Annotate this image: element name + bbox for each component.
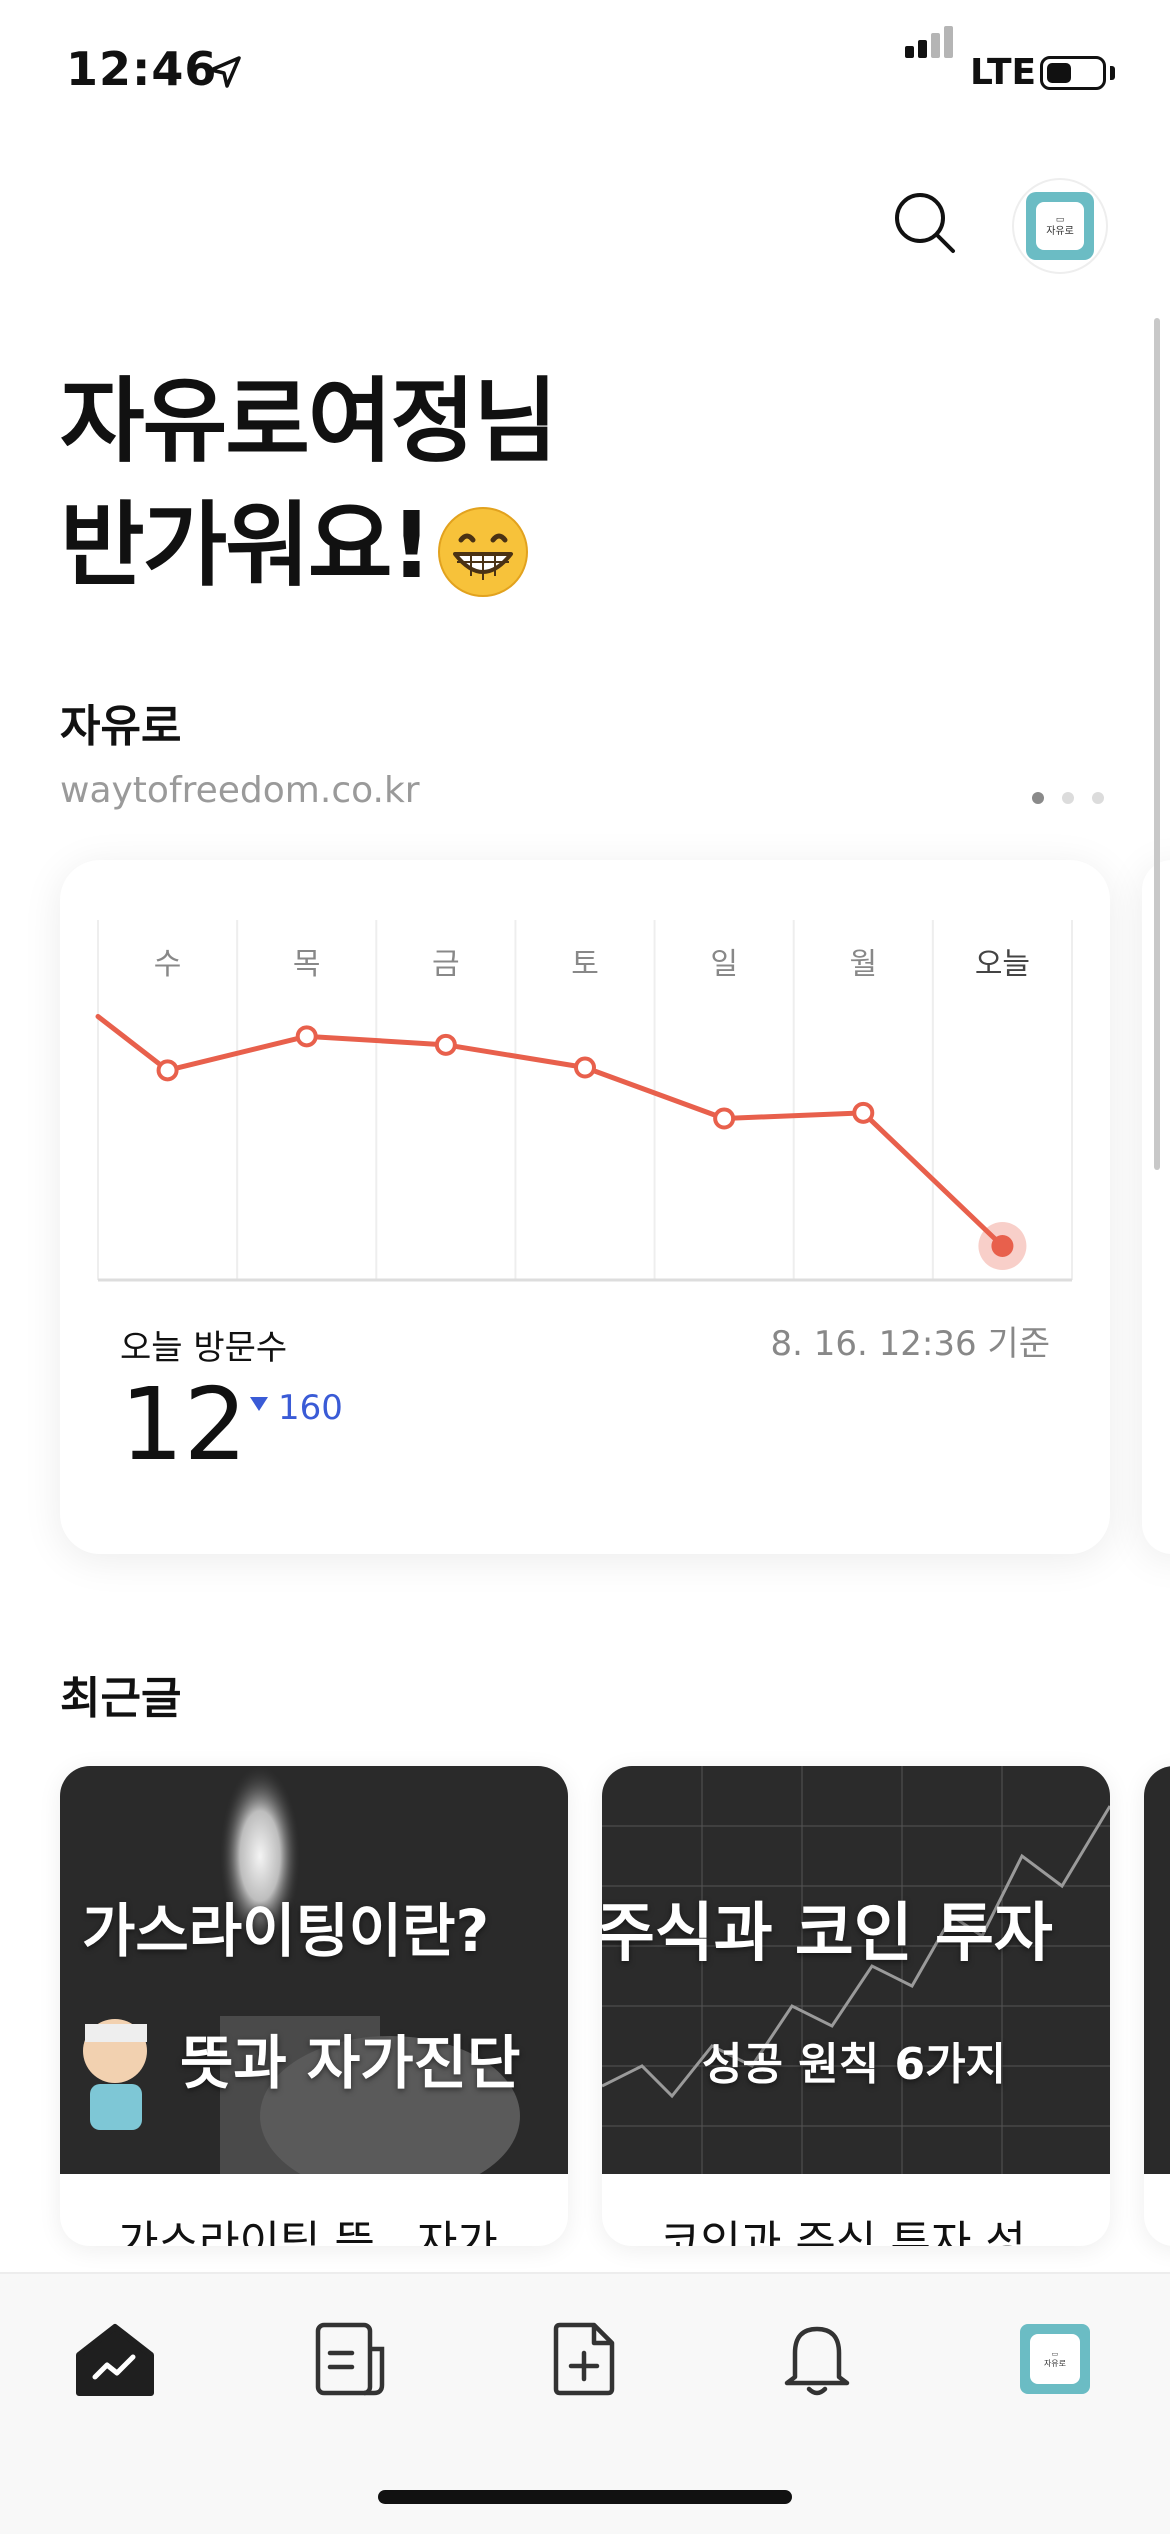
- visitor-stats-card[interactable]: 수 목 금 토 일 월 오늘 오늘 방문수 8. 16. 12:36 기준 12 160: [60, 860, 1110, 1554]
- page-dot-2: [1062, 792, 1074, 804]
- lighter-flame-image: [60, 1766, 568, 2174]
- x-tick-label: 목: [293, 947, 321, 982]
- network-type: LTE: [970, 52, 1037, 93]
- posts-icon: [315, 2322, 385, 2396]
- visitor-line-chart: 수 목 금 토 일 월 오늘: [95, 920, 1073, 1282]
- x-tick-label: 일: [710, 947, 738, 982]
- post-title: 가스라이팅 뜻 , 자가: [118, 2217, 498, 2246]
- x-tick-label: 수: [154, 947, 182, 982]
- tab-home[interactable]: [70, 2314, 160, 2404]
- post-card-peek[interactable]: [1144, 1766, 1170, 2246]
- x-tick-label: 월: [849, 947, 877, 982]
- thumb-line-1: 가스라이팅이란?: [82, 1897, 490, 1965]
- battery-icon: [1040, 56, 1106, 90]
- battery-level: [1047, 63, 1072, 83]
- page-dot-3: [1092, 792, 1104, 804]
- thumb-line-2: 성공 원칙 6가지: [702, 2039, 1007, 2090]
- avatar-label: 자유로: [1043, 2358, 1067, 2368]
- status-time: 12:46: [66, 42, 218, 96]
- visits-change-value: 160: [278, 1388, 343, 1428]
- data-point[interactable]: [295, 1025, 318, 1048]
- down-arrow-icon: [250, 1396, 268, 1411]
- home-stats-icon: [76, 2324, 154, 2396]
- recent-posts-title: 최근글: [60, 1673, 182, 1724]
- tab-posts[interactable]: [305, 2314, 395, 2404]
- tab-profile[interactable]: ▭ 자유로: [1010, 2314, 1100, 2404]
- new-post-icon: [553, 2322, 615, 2396]
- avatar-label: 자유로: [1046, 225, 1074, 237]
- blog-name[interactable]: 자유로: [60, 690, 181, 754]
- data-point[interactable]: [852, 1101, 875, 1124]
- visits-count: 12: [120, 1366, 248, 1483]
- post-title: 코인과 주식 투자 성: [660, 2217, 1026, 2246]
- tab-notifications[interactable]: [772, 2314, 862, 2404]
- greeting-line2: 반가워요!: [60, 492, 433, 599]
- blog-url[interactable]: waytofreedom.co.kr: [60, 770, 420, 811]
- data-point[interactable]: [434, 1033, 457, 1056]
- visits-change: 160: [250, 1388, 343, 1428]
- thumb-line-2: 뜻과 자가진단: [180, 2029, 521, 2097]
- profile-avatar-button[interactable]: ▭ 자유로: [1012, 178, 1108, 274]
- search-icon[interactable]: [890, 188, 960, 258]
- post-card[interactable]: 가스라이팅이란? 뜻과 자가진단 가스라이팅 뜻 , 자가: [60, 1766, 568, 2246]
- grinning-face-emoji-icon: [437, 506, 528, 597]
- profile-avatar: ▭ 자유로: [1020, 2324, 1090, 2394]
- data-point[interactable]: [713, 1107, 736, 1130]
- data-point[interactable]: [156, 1059, 179, 1082]
- thumb-line-1: 주식과 코인 투자: [602, 1897, 1053, 1971]
- post-thumbnail: 주식과 코인 투자 성공 원칙 6가지: [602, 1766, 1110, 2174]
- greeting-line1: 자유로여정님: [60, 368, 558, 475]
- page-dot-1: [1032, 792, 1044, 804]
- visits-updated-time: 8. 16. 12:36 기준: [770, 1324, 1050, 1364]
- location-arrow-icon: [209, 56, 241, 88]
- x-tick-label: 토: [571, 947, 599, 982]
- post-card[interactable]: 주식과 코인 투자 성공 원칙 6가지 코인과 주식 투자 성: [602, 1766, 1110, 2246]
- scrollbar[interactable]: [1154, 318, 1160, 1170]
- visits-label: 오늘 방문수: [120, 1328, 288, 1368]
- data-point-today[interactable]: [991, 1235, 1014, 1257]
- x-tick-label: 금: [432, 947, 460, 982]
- greeting-heading: 자유로여정님 반가워요!: [60, 360, 558, 608]
- battery-cap: [1110, 66, 1115, 80]
- tab-new-post[interactable]: [540, 2314, 630, 2404]
- home-indicator: [378, 2490, 792, 2504]
- data-point[interactable]: [574, 1056, 596, 1079]
- notifications-icon: [784, 2326, 850, 2396]
- series-line: [95, 1014, 1005, 1249]
- x-tick-label: 오늘: [975, 947, 1030, 982]
- post-thumbnail: [1144, 1766, 1170, 2174]
- post-thumbnail: 가스라이팅이란? 뜻과 자가진단: [60, 1766, 568, 2174]
